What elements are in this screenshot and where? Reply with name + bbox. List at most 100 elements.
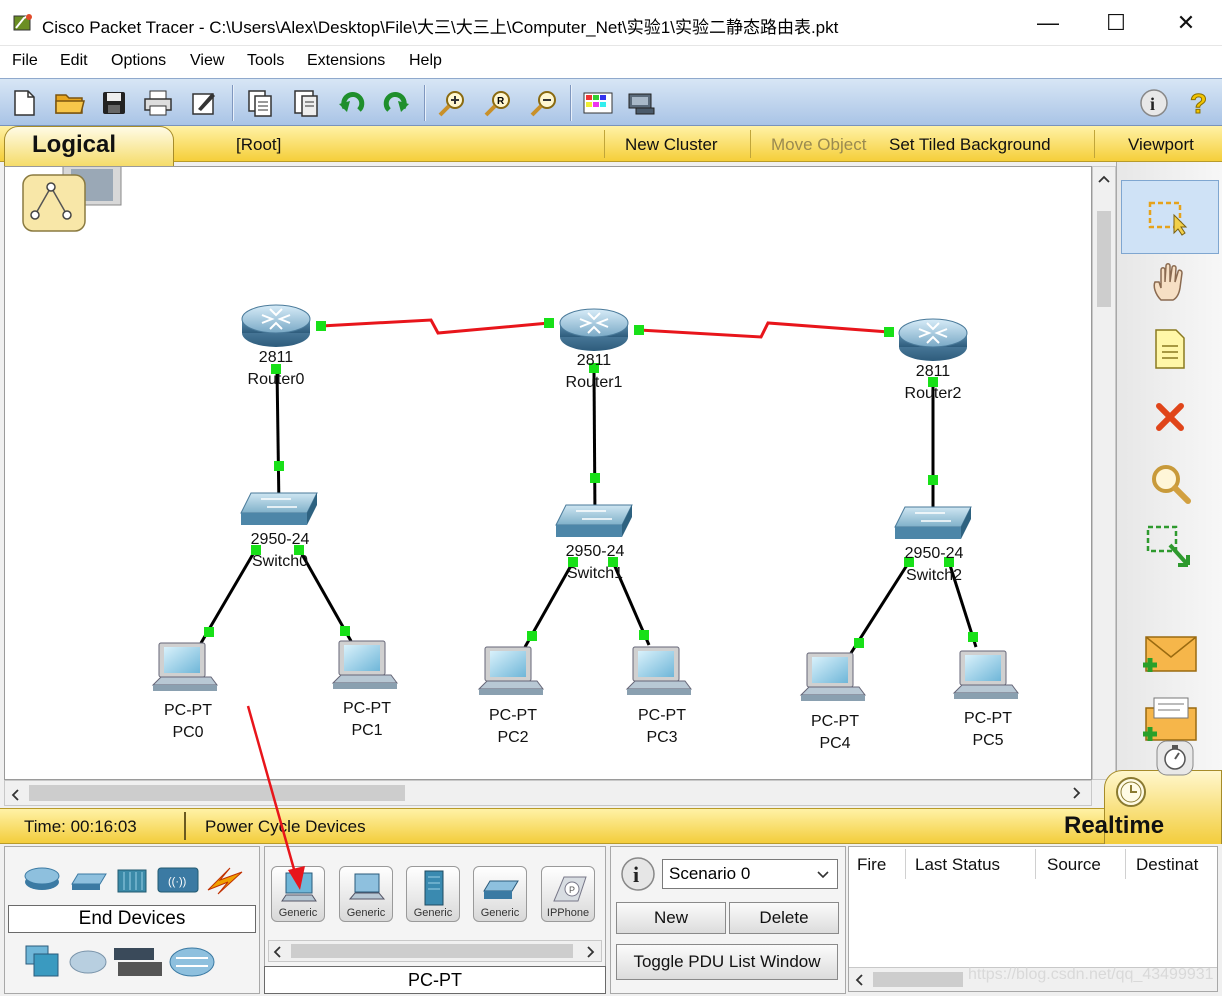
logical-mode-icon[interactable]	[22, 164, 122, 232]
paste-button[interactable]	[288, 85, 324, 121]
realtime-clock-icon	[1116, 777, 1146, 807]
palette-button[interactable]	[580, 85, 616, 121]
menu-options[interactable]: Options	[111, 52, 166, 70]
device-generic-server-tile[interactable]: Generic	[406, 866, 460, 922]
canvas-horizontal-scrollbar[interactable]	[4, 780, 1092, 806]
menu-file[interactable]: File	[12, 52, 38, 70]
router-2[interactable]	[898, 318, 968, 361]
switch-0[interactable]	[240, 492, 318, 525]
menu-view[interactable]: View	[190, 52, 224, 70]
link-r0-sw0[interactable]	[275, 368, 281, 509]
zoom-reset-button[interactable]: R	[480, 85, 516, 121]
new-cluster-button[interactable]: New Cluster	[625, 135, 718, 155]
column-fire[interactable]: Fire	[857, 855, 886, 875]
print-button[interactable]	[140, 85, 176, 121]
router-0[interactable]	[241, 304, 311, 347]
undo-icon	[339, 92, 365, 112]
pdu-scroll-left-icon[interactable]	[855, 974, 863, 986]
pc-0[interactable]	[151, 642, 218, 691]
device-scroll-left-icon[interactable]	[273, 946, 281, 958]
pc3-model-label: PC-PT	[638, 707, 686, 724]
canvas-vertical-scrollbar[interactable]	[1092, 166, 1116, 780]
router-1[interactable]	[559, 308, 629, 351]
hubs-category-icon[interactable]	[117, 869, 147, 893]
pc-3[interactable]	[625, 646, 692, 695]
link-r1-sw1[interactable]	[592, 370, 597, 520]
select-tool-button[interactable]	[1121, 180, 1219, 254]
redo-button[interactable]	[378, 85, 414, 121]
resize-shape-tool-button[interactable]	[1121, 446, 1219, 520]
switch-1[interactable]	[555, 504, 633, 537]
menu-extensions[interactable]: Extensions	[307, 52, 385, 70]
zoom-out-button[interactable]	[526, 85, 562, 121]
open-file-button[interactable]	[52, 85, 88, 121]
simulation-stopwatch-icon[interactable]	[1155, 737, 1195, 777]
pc-5[interactable]	[952, 650, 1019, 699]
inspect-hand-tool-button[interactable]	[1121, 246, 1219, 320]
minimize-button[interactable]: —	[1018, 0, 1078, 46]
select-drag-tool-button[interactable]	[1121, 512, 1219, 586]
power-cycle-devices-button[interactable]: Power Cycle Devices	[205, 817, 366, 837]
column-last-status[interactable]: Last Status	[915, 855, 1000, 875]
delete-scenario-button[interactable]: Delete	[729, 902, 839, 934]
device-scroll-thumb[interactable]	[291, 944, 573, 958]
topology-canvas[interactable]: 2811 Router0 2811 Router1 2811 Router2 2…	[4, 164, 1092, 780]
serial-link-r0-r1[interactable]	[320, 318, 550, 335]
scroll-left-icon[interactable]	[11, 789, 19, 801]
viewport-button[interactable]: Viewport	[1128, 135, 1194, 155]
pdu-scroll-thumb[interactable]	[873, 972, 963, 987]
copy-button[interactable]	[242, 85, 278, 121]
undo-button[interactable]	[334, 85, 370, 121]
server-icon	[424, 870, 444, 906]
pc-1[interactable]	[331, 640, 398, 689]
zoom-in-button[interactable]	[434, 85, 470, 121]
serial-link-r1-r2[interactable]	[638, 321, 890, 339]
scenario-dropdown[interactable]: Scenario 0	[662, 859, 838, 889]
close-button[interactable]: ✕	[1156, 0, 1216, 46]
device-list-scrollbar[interactable]	[268, 940, 602, 962]
save-button[interactable]	[96, 85, 132, 121]
activity-wizard-button[interactable]	[186, 85, 222, 121]
menu-help[interactable]: Help	[409, 52, 442, 70]
column-destination[interactable]: Destinat	[1136, 855, 1198, 875]
move-object-button[interactable]: Move Object	[771, 135, 866, 155]
vertical-scroll-thumb[interactable]	[1097, 211, 1111, 307]
connections-category-icon[interactable]	[207, 867, 243, 895]
device-generic-printer-tile[interactable]: Generic	[473, 866, 527, 922]
root-breadcrumb[interactable]: [Root]	[236, 135, 281, 155]
add-simple-pdu-button[interactable]	[1121, 618, 1219, 692]
routers-category-icon[interactable]	[24, 867, 60, 890]
multiuser-connection-category-icon[interactable]	[169, 947, 215, 977]
printer-device-icon	[483, 880, 519, 899]
scroll-up-icon[interactable]	[1098, 175, 1110, 183]
realtime-mode-label: Realtime	[1064, 812, 1165, 839]
menu-edit[interactable]: Edit	[60, 52, 88, 70]
switch-2[interactable]	[894, 506, 972, 539]
toggle-pdu-list-button[interactable]: Toggle PDU List Window	[616, 944, 838, 980]
pc-2[interactable]	[477, 646, 544, 695]
new-scenario-button[interactable]: New	[616, 902, 726, 934]
delete-tool-button[interactable]	[1121, 380, 1219, 454]
custom-device-button[interactable]	[624, 85, 660, 121]
scenario-info-icon[interactable]: i	[620, 856, 656, 892]
new-file-button[interactable]	[6, 85, 42, 121]
help-button[interactable]: ?	[1180, 85, 1216, 121]
switches-category-icon[interactable]	[71, 873, 107, 890]
device-ipphone-tile[interactable]: P IPPhone	[541, 866, 595, 922]
wan-emulation-category-icon[interactable]	[69, 950, 107, 974]
scroll-right-icon[interactable]	[1073, 787, 1081, 799]
place-note-tool-button[interactable]	[1121, 312, 1219, 386]
menu-tools[interactable]: Tools	[247, 52, 284, 70]
wireless-devices-category-icon[interactable]: ((·))	[157, 867, 199, 893]
end-devices-category-icon[interactable]	[25, 945, 59, 977]
pc-4[interactable]	[799, 652, 866, 701]
set-tiled-background-button[interactable]: Set Tiled Background	[889, 135, 1051, 155]
maximize-button[interactable]: ☐	[1086, 0, 1146, 46]
custom-made-devices-category-icon[interactable]	[114, 948, 162, 976]
device-generic-pc-tile[interactable]: Generic	[271, 866, 325, 922]
column-source[interactable]: Source	[1047, 855, 1101, 875]
device-generic-laptop-tile[interactable]: Generic	[339, 866, 393, 922]
device-scroll-right-icon[interactable]	[587, 946, 595, 958]
horizontal-scroll-thumb[interactable]	[29, 785, 405, 801]
info-button[interactable]: i	[1136, 85, 1172, 121]
